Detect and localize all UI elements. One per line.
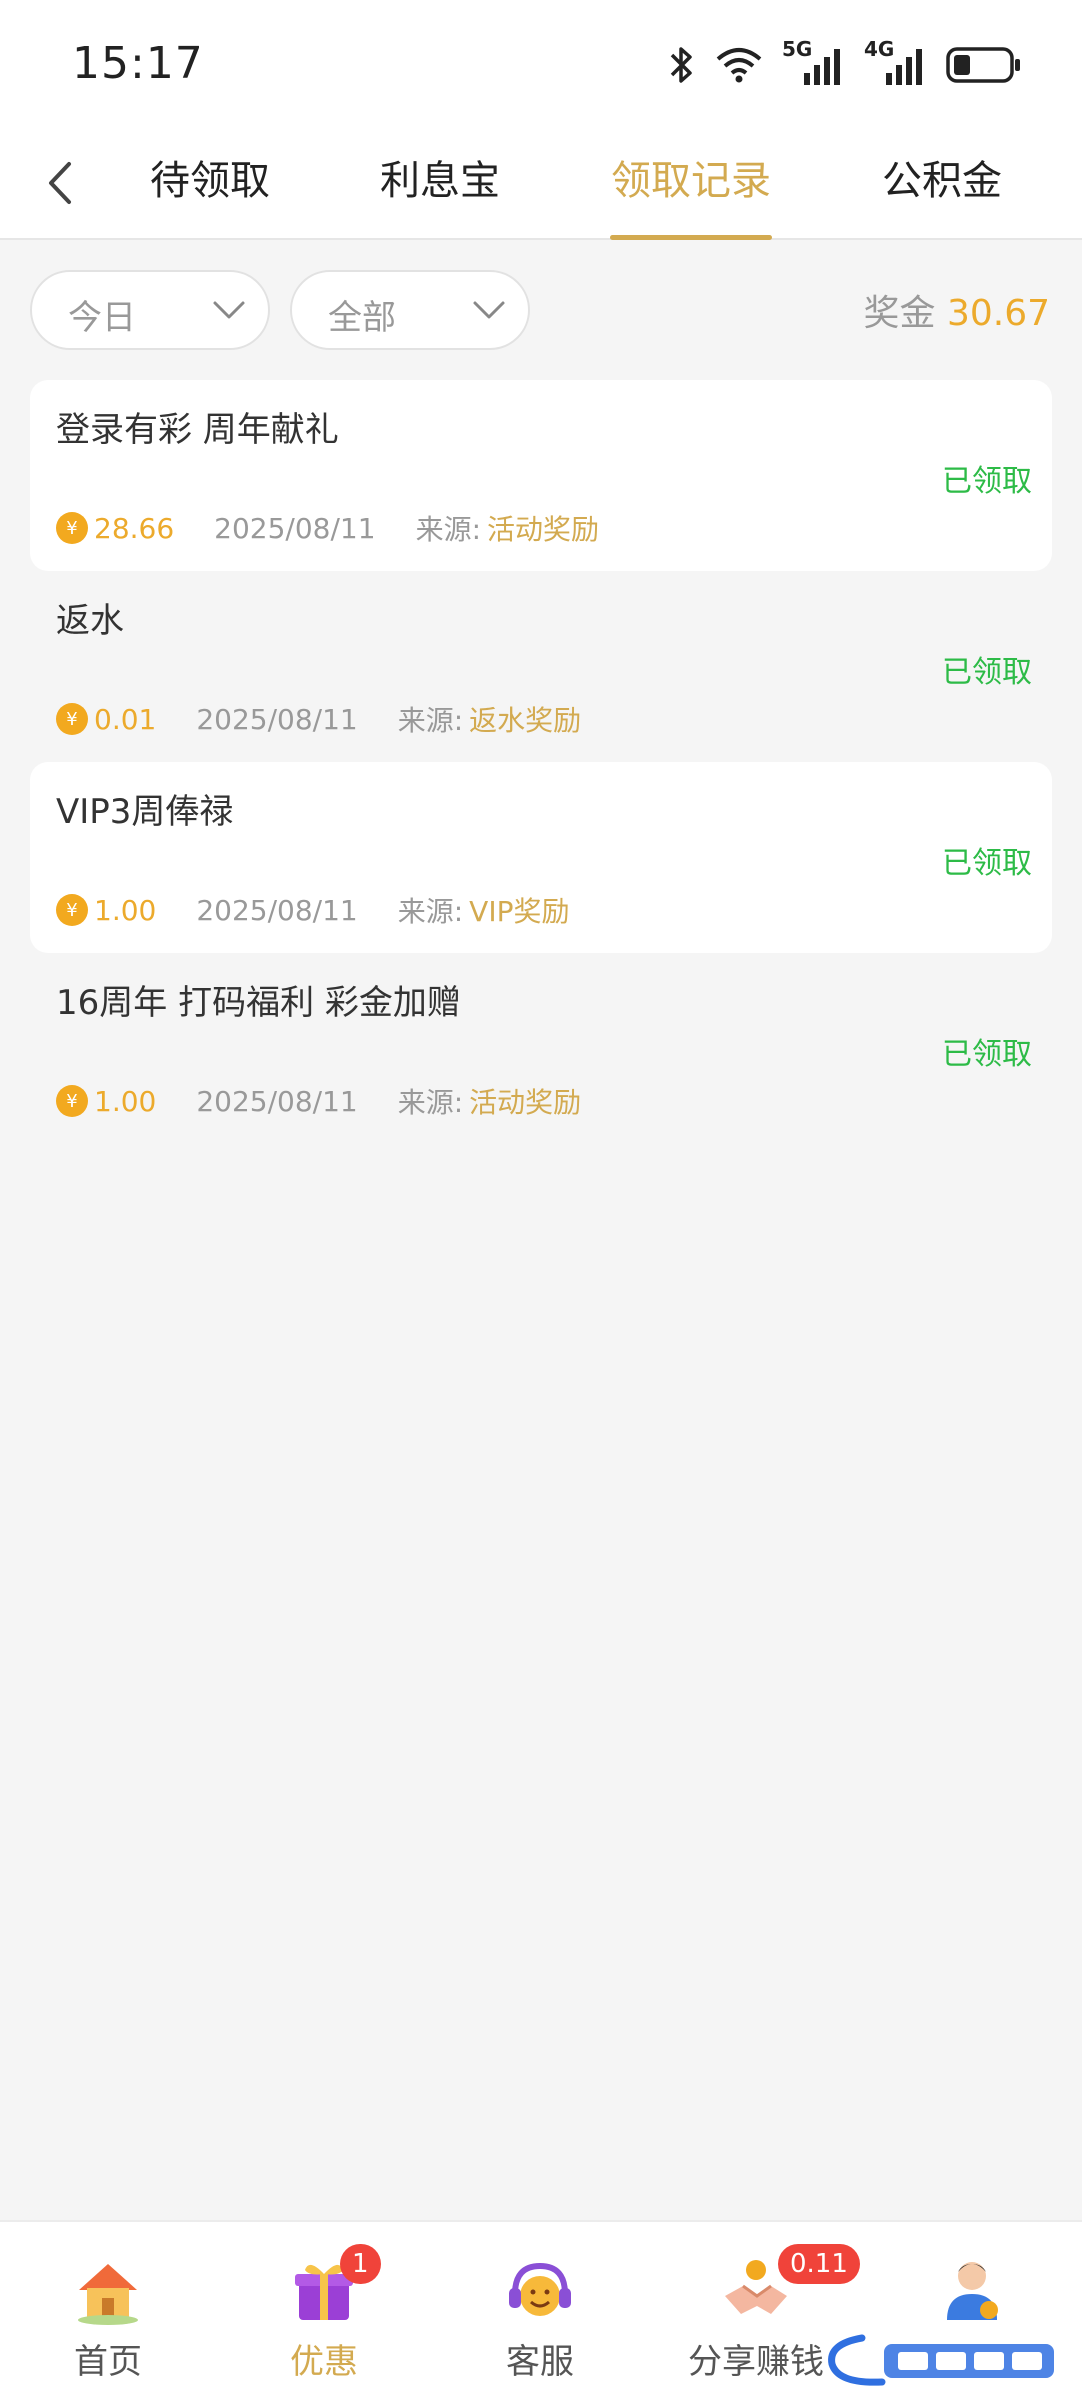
coin-icon: ¥ [56, 1085, 88, 1117]
type-filter-value: 全部 [328, 298, 396, 338]
bluetooth-icon [670, 47, 692, 83]
nav-label: 首页 [74, 2342, 142, 2382]
tab-pending[interactable]: 待领取 [148, 148, 272, 240]
record-status: 已领取 [942, 464, 1032, 499]
record-amount: 1.00 [94, 893, 157, 927]
type-filter-dropdown[interactable]: 全部 [290, 270, 530, 350]
claim-records-list: 登录有彩 周年献礼 已领取 ¥ 28.66 2025/08/11 来源: 活动奖… [0, 380, 1082, 1144]
record-source-label: 来源: [397, 1086, 464, 1119]
tab-label: 领取记录 [611, 158, 771, 204]
record-meta: ¥ 1.00 2025/08/11 来源: 活动奖励 [56, 1081, 581, 1121]
signal-4g: 4G [864, 37, 928, 89]
record-title: 16周年 打码福利 彩金加赠 [56, 983, 461, 1023]
record-meta: ¥ 1.00 2025/08/11 来源: VIP奖励 [56, 890, 569, 930]
record-amount: 28.66 [94, 511, 175, 545]
tab-claim-records[interactable]: 领取记录 [610, 148, 772, 240]
record-date: 2025/08/11 [196, 893, 358, 927]
signal-5g: 5G [782, 37, 846, 89]
support-icon [509, 2262, 571, 2316]
share-earn-badge: 0.11 [778, 2244, 860, 2284]
record-title: 登录有彩 周年献礼 [56, 410, 339, 450]
record-date: 2025/08/11 [196, 1084, 358, 1118]
record-date: 2025/08/11 [196, 702, 358, 736]
chevron-down-icon [473, 301, 505, 319]
date-filter-value: 今日 [68, 298, 136, 338]
status-bar: 15:17 5G 4G [0, 0, 1082, 130]
profile-icon [947, 2262, 998, 2320]
bonus-label: 奖金 [863, 293, 936, 334]
record-meta: ¥ 28.66 2025/08/11 来源: 活动奖励 [56, 508, 599, 548]
record-status: 已领取 [942, 846, 1032, 881]
record-date: 2025/08/11 [214, 511, 376, 545]
coin-icon: ¥ [56, 512, 88, 544]
nav-home[interactable]: 首页 [0, 2250, 216, 2390]
signal-bars-icon [886, 49, 922, 85]
bonus-summary: 奖金 30.67 [863, 284, 1050, 336]
header-tabs: 待领取 利息宝 领取记录 公积金 [0, 130, 1082, 240]
watermark-logo [828, 2334, 1054, 2386]
chevron-down-icon [213, 301, 245, 319]
date-filter-dropdown[interactable]: 今日 [30, 270, 270, 350]
record-amount: 0.01 [94, 702, 157, 736]
nav-label: 优惠 [290, 2342, 358, 2382]
battery-icon [946, 47, 1020, 83]
record-amount: 1.00 [94, 1084, 157, 1118]
record-source: 返水奖励 [469, 704, 582, 737]
back-button[interactable] [30, 148, 90, 218]
record-source-label: 来源: [397, 704, 464, 737]
tab-provident-fund[interactable]: 公积金 [880, 148, 1004, 240]
record-status: 已领取 [942, 655, 1032, 690]
status-time: 15:17 [72, 38, 204, 89]
record-source-label: 来源: [397, 895, 464, 928]
record-status: 已领取 [942, 1037, 1032, 1072]
record-meta: ¥ 0.01 2025/08/11 来源: 返水奖励 [56, 699, 581, 739]
tab-interest[interactable]: 利息宝 [378, 148, 502, 240]
tab-label: 待领取 [150, 158, 270, 204]
bonus-amount: 30.67 [946, 293, 1050, 334]
signal-bars-icon [804, 49, 840, 85]
promotions-badge: 1 [340, 2244, 381, 2284]
status-icons: 5G 4G [668, 37, 1022, 90]
tab-label: 利息宝 [380, 158, 500, 204]
record-source: VIP奖励 [469, 895, 570, 928]
chevron-left-icon [49, 162, 71, 204]
record-title: VIP3周俸禄 [56, 792, 234, 832]
record-item[interactable]: 16周年 打码福利 彩金加赠 已领取 ¥ 1.00 2025/08/11 来源:… [30, 953, 1052, 1144]
filter-bar: 今日 全部 奖金 30.67 [0, 240, 1082, 380]
record-item[interactable]: VIP3周俸禄 已领取 ¥ 1.00 2025/08/11 来源: VIP奖励 [30, 762, 1052, 953]
record-source: 活动奖励 [487, 513, 600, 546]
record-source: 活动奖励 [469, 1086, 582, 1119]
nav-label: 客服 [506, 2342, 574, 2382]
record-source-label: 来源: [415, 513, 481, 546]
tab-label: 公积金 [882, 158, 1002, 204]
record-item[interactable]: 登录有彩 周年献礼 已领取 ¥ 28.66 2025/08/11 来源: 活动奖… [30, 380, 1052, 571]
nav-customer-service[interactable]: 客服 [432, 2250, 648, 2390]
nav-promotions[interactable]: 1 优惠 [216, 2244, 432, 2390]
wifi-icon [716, 48, 762, 83]
coin-icon: ¥ [56, 703, 88, 735]
record-title: 返水 [56, 601, 124, 641]
coin-icon: ¥ [56, 894, 88, 926]
home-icon [78, 2264, 138, 2325]
record-item[interactable]: 返水 已领取 ¥ 0.01 2025/08/11 来源: 返水奖励 [30, 571, 1052, 762]
